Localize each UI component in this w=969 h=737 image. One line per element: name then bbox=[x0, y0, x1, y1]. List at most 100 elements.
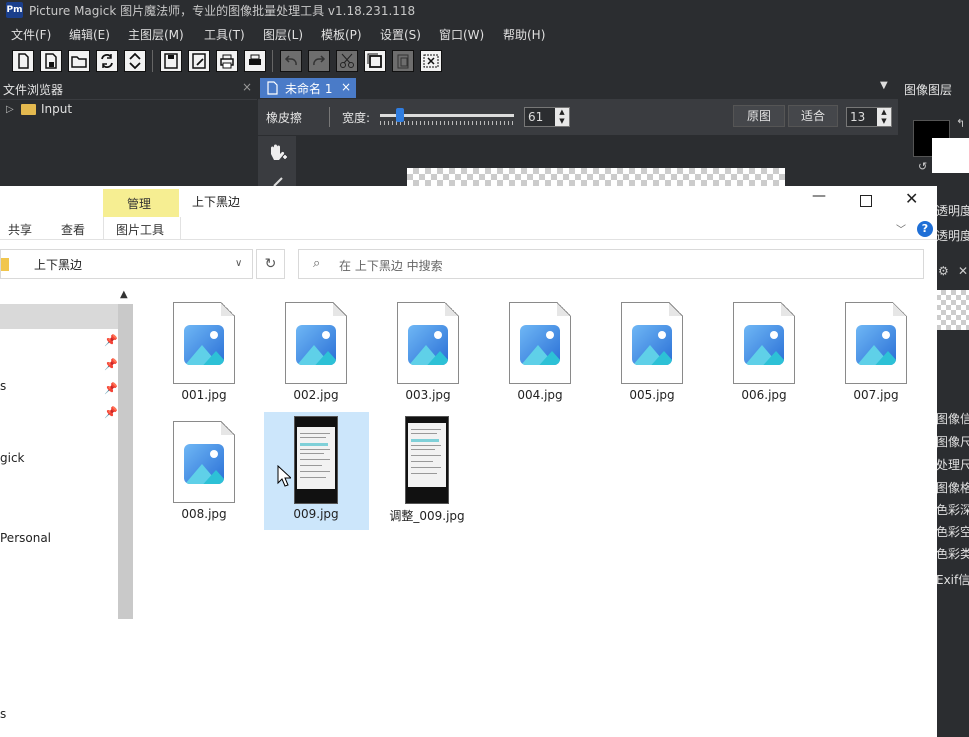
chevron-right-icon[interactable]: ▷ bbox=[6, 104, 14, 115]
menu-settings[interactable]: 设置(S) bbox=[380, 26, 421, 43]
refresh-icon[interactable] bbox=[96, 50, 118, 72]
width-slider-thumb[interactable] bbox=[396, 108, 404, 122]
navigation-pane: ▲ 📌 📌 📌 📌 s gick Personal s bbox=[0, 289, 133, 737]
scroll-up-icon[interactable]: ▲ bbox=[120, 289, 128, 300]
file-name: 006.jpg bbox=[741, 388, 787, 402]
original-size-button[interactable]: 原图 bbox=[733, 105, 785, 127]
ribbon-context-label: 管理 bbox=[127, 197, 152, 211]
nav-item[interactable]: s bbox=[0, 707, 6, 721]
file-name: 009.jpg bbox=[293, 507, 339, 521]
minimize-icon[interactable]: — bbox=[812, 188, 826, 204]
zoom-stepper[interactable]: 13 ▲ ▼ bbox=[846, 107, 892, 127]
chevron-down-icon[interactable]: ▼ bbox=[880, 80, 888, 91]
nav-item[interactable]: Personal bbox=[0, 531, 51, 545]
file-item[interactable]: 005.jpg bbox=[613, 296, 717, 414]
file-name: 调整_009.jpg bbox=[389, 509, 465, 523]
menu-tools[interactable]: 工具(T) bbox=[204, 26, 245, 43]
width-stepper[interactable]: 61 ▲ ▼ bbox=[524, 107, 570, 127]
help-icon[interactable]: ? bbox=[917, 221, 933, 237]
file-item[interactable]: 003.jpg bbox=[389, 296, 493, 414]
toolbar-separator bbox=[272, 50, 273, 72]
tool-options-bar: 橡皮擦 宽度: 61 ▲ ▼ 原图 适合 13 ▲ ▼ bbox=[258, 99, 898, 135]
tree-item-input[interactable]: Input bbox=[41, 102, 72, 116]
info-label: 色彩类型 bbox=[936, 547, 969, 561]
print-setup-icon[interactable] bbox=[244, 50, 266, 72]
menu-window[interactable]: 窗口(W) bbox=[439, 26, 484, 43]
open-folder-icon[interactable] bbox=[68, 50, 90, 72]
file-item[interactable]: 001.jpg bbox=[165, 296, 269, 414]
search-icon: ⌕ bbox=[313, 256, 321, 271]
tab-view[interactable]: 查看 bbox=[61, 221, 85, 238]
stepper-down-icon[interactable]: ▼ bbox=[877, 117, 891, 126]
file-item[interactable]: 006.jpg bbox=[725, 296, 829, 414]
nav-item[interactable]: gick bbox=[0, 451, 25, 465]
explorer-window: 管理 上下黑边 — ✕ 共享 查看 图片工具 ﹀ ? 上下黑边 ∨ ↻ ⌕ 在 … bbox=[0, 186, 937, 737]
tab-picture-tools[interactable]: 图片工具 bbox=[103, 217, 181, 239]
file-item[interactable]: 007.jpg bbox=[837, 296, 941, 414]
redo-icon[interactable] bbox=[308, 50, 330, 72]
sort-icon[interactable] bbox=[124, 50, 146, 72]
chevron-down-icon[interactable]: ﹀ bbox=[896, 221, 906, 236]
menu-file[interactable]: 文件(F) bbox=[11, 26, 51, 43]
info-label: 图像尺寸 bbox=[936, 435, 969, 449]
canvas-transparent[interactable] bbox=[407, 168, 785, 188]
address-bar[interactable]: 上下黑边 ∨ bbox=[0, 249, 253, 279]
pin-icon[interactable]: 📌 bbox=[104, 406, 118, 419]
layers-header: 图像图层 bbox=[899, 79, 969, 99]
nav-item[interactable]: s bbox=[0, 379, 6, 393]
maximize-icon[interactable] bbox=[860, 195, 872, 207]
menu-edit[interactable]: 编辑(E) bbox=[69, 26, 110, 43]
menu-help[interactable]: 帮助(H) bbox=[503, 26, 545, 43]
new-file-icon[interactable] bbox=[12, 50, 34, 72]
undo-icon[interactable] bbox=[280, 50, 302, 72]
search-input[interactable]: ⌕ 在 上下黑边 中搜索 bbox=[298, 249, 924, 279]
pin-icon[interactable]: 📌 bbox=[104, 334, 118, 347]
file-item[interactable]: 004.jpg bbox=[501, 296, 605, 414]
file-item[interactable]: 002.jpg bbox=[277, 296, 381, 414]
close-icon[interactable]: × bbox=[341, 80, 351, 94]
address-text: 上下黑边 bbox=[34, 258, 83, 272]
tool-name: 橡皮擦 bbox=[266, 111, 303, 125]
info-label: Exif信 bbox=[936, 573, 969, 587]
refresh-icon[interactable]: ↻ bbox=[256, 249, 285, 279]
fit-button[interactable]: 适合 bbox=[788, 105, 838, 127]
stepper-up-icon[interactable]: ▲ bbox=[555, 108, 569, 117]
print-icon[interactable] bbox=[216, 50, 238, 72]
stepper-up-icon[interactable]: ▲ bbox=[877, 108, 891, 117]
save-icon[interactable] bbox=[160, 50, 182, 72]
tab-document[interactable]: 未命名 1 × bbox=[260, 78, 356, 98]
hand-tool-icon[interactable] bbox=[266, 142, 288, 164]
file-item[interactable]: 调整_009.jpg bbox=[383, 412, 487, 530]
pin-icon[interactable]: 📌 bbox=[104, 358, 118, 371]
menu-main-layer[interactable]: 主图层(M) bbox=[128, 26, 184, 43]
background-color-swatch[interactable] bbox=[932, 138, 969, 173]
file-browser-title: 文件浏览器 bbox=[3, 83, 64, 97]
paste-icon[interactable] bbox=[392, 50, 414, 72]
tab-share[interactable]: 共享 bbox=[8, 221, 32, 238]
open-template-icon[interactable] bbox=[40, 50, 62, 72]
pin-icon[interactable]: 📌 bbox=[104, 382, 118, 395]
menu-template[interactable]: 模板(P) bbox=[321, 26, 362, 43]
folder-icon bbox=[21, 104, 36, 115]
scrollbar[interactable] bbox=[118, 304, 133, 619]
chevron-down-icon[interactable]: ∨ bbox=[235, 258, 242, 269]
file-item[interactable]: 008.jpg bbox=[165, 415, 269, 533]
copy-icon[interactable] bbox=[364, 50, 386, 72]
info-label: 处理尺寸 bbox=[936, 458, 969, 472]
stepper-down-icon[interactable]: ▼ bbox=[555, 117, 569, 126]
nav-item-selected[interactable] bbox=[0, 304, 118, 329]
ribbon-context-tab-manage[interactable]: 管理 bbox=[103, 189, 179, 217]
close-icon[interactable]: ✕ bbox=[905, 189, 918, 208]
info-label: 色彩深度 bbox=[936, 503, 969, 517]
close-icon[interactable]: ✕ bbox=[958, 264, 968, 278]
close-icon[interactable]: × bbox=[242, 80, 252, 94]
delete-icon[interactable] bbox=[420, 50, 442, 72]
cut-icon[interactable] bbox=[336, 50, 358, 72]
image-file-icon bbox=[621, 302, 683, 384]
layer-settings-icon[interactable]: ⚙ bbox=[938, 264, 949, 278]
menu-layer[interactable]: 图层(L) bbox=[263, 26, 303, 43]
swap-colors-icon[interactable]: ↰ bbox=[956, 117, 965, 130]
reset-colors-icon[interactable]: ↺ bbox=[918, 160, 927, 173]
save-as-icon[interactable] bbox=[188, 50, 210, 72]
image-file-icon bbox=[733, 302, 795, 384]
